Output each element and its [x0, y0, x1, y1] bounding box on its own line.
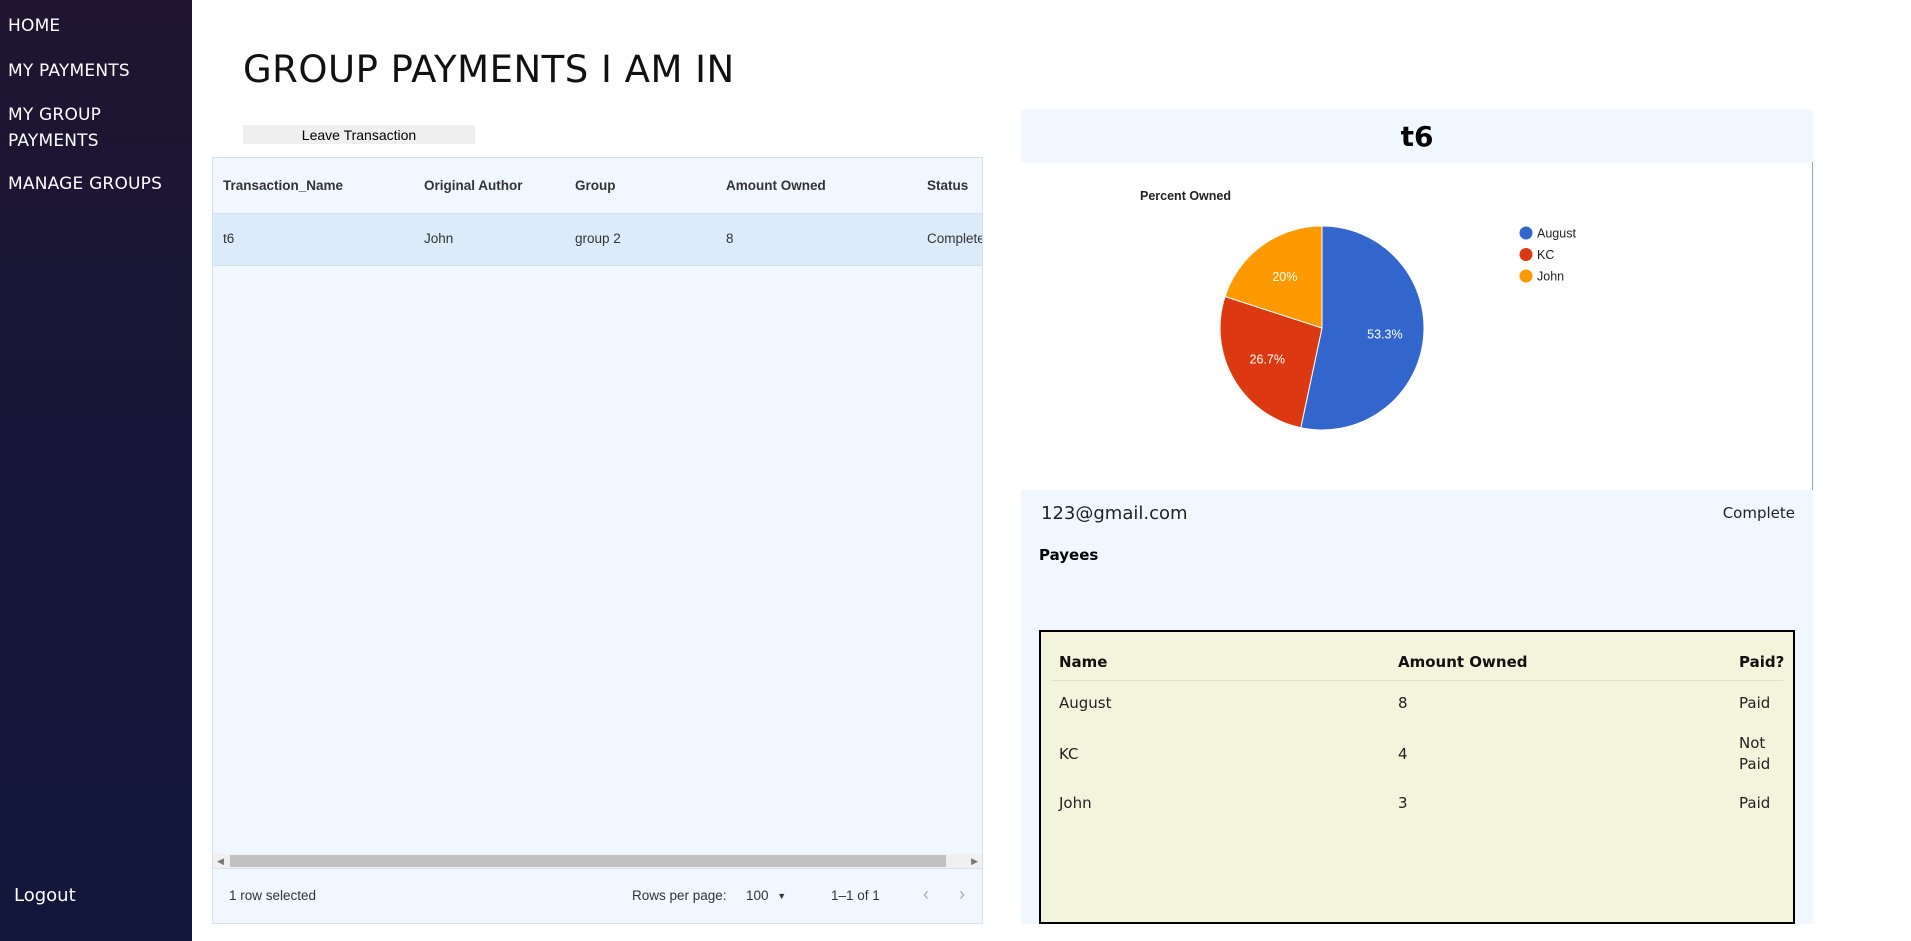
- page-title: GROUP PAYMENTS I AM IN: [243, 48, 735, 91]
- column-header-original-author[interactable]: Original Author: [424, 178, 523, 193]
- payee-name: August: [1059, 694, 1112, 712]
- legend-marker-john: [1519, 269, 1533, 283]
- column-header-amount-owned[interactable]: Amount Owned: [726, 178, 826, 193]
- grid-header: Transaction_Name Original Author Group A…: [213, 158, 982, 214]
- pagination-info: 1–1 of 1: [831, 888, 880, 903]
- scrollbar-thumb[interactable]: [230, 855, 946, 867]
- rows-per-page-label: Rows per page:: [632, 888, 727, 903]
- column-header-status[interactable]: Status: [927, 178, 968, 193]
- transaction-info: 123@gmail.com Complete Payees Name Amoun…: [1021, 490, 1813, 924]
- pie-chart: Percent Owned 53.3% 26.7% 20% August KC John: [1140, 189, 1576, 431]
- table-row[interactable]: t6 John group 2 8 Complete: [213, 214, 982, 266]
- column-header-transaction-name[interactable]: Transaction_Name: [223, 178, 343, 193]
- payee-header-name: Name: [1059, 653, 1108, 671]
- slice-label-august: 53.3%: [1367, 328, 1402, 342]
- grid-footer: 1 row selected Rows per page: 100 ▼ 1–1 …: [213, 868, 982, 923]
- next-page-icon[interactable]: ›: [959, 884, 965, 905]
- payee-header-paid: Paid?: [1739, 653, 1785, 671]
- caret-down-icon: ▼: [777, 891, 787, 901]
- chart-title: Percent Owned: [1140, 189, 1231, 203]
- payee-amount: 4: [1398, 745, 1408, 763]
- payee-name: KC: [1059, 745, 1079, 763]
- cell-amount-owned: 8: [726, 231, 734, 246]
- detail-title: t6: [1400, 120, 1434, 153]
- payee-amount: 8: [1398, 694, 1408, 712]
- nav-item-my-group-payments[interactable]: MY GROUP PAYMENTS: [8, 102, 138, 154]
- leave-transaction-button[interactable]: Leave Transaction: [243, 125, 475, 144]
- nav-item-home[interactable]: HOME: [8, 13, 178, 39]
- sidebar: HOME MY PAYMENTS MY GROUP PAYMENTS MANAG…: [0, 0, 192, 941]
- author-email: 123@gmail.com: [1041, 503, 1188, 524]
- payee-paid-status: Paid: [1739, 694, 1771, 712]
- slice-label-kc: 26.7%: [1250, 353, 1285, 367]
- column-header-group[interactable]: Group: [575, 178, 616, 193]
- legend-label-august[interactable]: August: [1537, 227, 1576, 241]
- payees-heading: Payees: [1039, 546, 1099, 564]
- payee-header-amount: Amount Owned: [1398, 653, 1528, 671]
- legend-label-john[interactable]: John: [1537, 270, 1564, 284]
- cell-original-author: John: [424, 231, 454, 246]
- rows-per-page-value: 100: [746, 888, 769, 903]
- payee-name: John: [1059, 794, 1092, 812]
- nav-item-my-payments[interactable]: MY PAYMENTS: [8, 58, 178, 84]
- cell-transaction-name: t6: [223, 231, 235, 246]
- selection-count: 1 row selected: [229, 888, 317, 903]
- detail-title-bar: t6: [1021, 110, 1813, 162]
- slice-label-john: 20%: [1272, 270, 1297, 284]
- rows-per-page-select[interactable]: 100 ▼: [746, 888, 786, 903]
- table-divider: [1051, 680, 1783, 681]
- payees-table: Name Amount Owned Paid? August 8 Paid KC…: [1039, 630, 1795, 924]
- horizontal-scrollbar[interactable]: ◀ ▶: [213, 854, 982, 868]
- legend-label-kc[interactable]: KC: [1537, 248, 1554, 262]
- legend-marker-kc: [1519, 248, 1533, 261]
- nav-item-manage-groups[interactable]: MANAGE GROUPS: [8, 171, 178, 197]
- payee-paid-status: Not Paid: [1739, 734, 1771, 773]
- cell-group: group 2: [575, 231, 621, 246]
- payee-amount: 3: [1398, 794, 1408, 812]
- cell-status: Complete: [927, 231, 983, 246]
- legend-marker-august: [1519, 226, 1533, 240]
- transaction-status: Complete: [1722, 504, 1795, 522]
- logout-link[interactable]: Logout: [14, 885, 76, 906]
- payee-paid-status: Paid: [1739, 794, 1771, 812]
- transactions-grid: Transaction_Name Original Author Group A…: [212, 157, 983, 924]
- scroll-right-icon[interactable]: ▶: [971, 854, 978, 868]
- previous-page-icon[interactable]: ‹: [923, 884, 929, 905]
- pie-chart-container: Percent Owned 53.3% 26.7% 20% August KC John: [1021, 162, 1813, 490]
- scroll-left-icon[interactable]: ◀: [217, 854, 224, 868]
